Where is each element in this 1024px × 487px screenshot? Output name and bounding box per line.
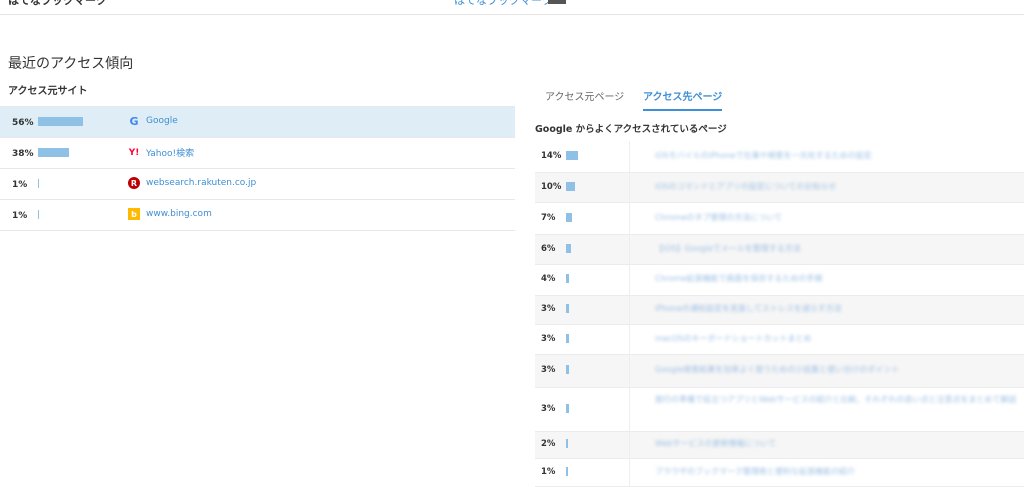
destination-bar bbox=[566, 150, 578, 160]
destination-percent: 4% bbox=[541, 274, 556, 284]
destination-title-link[interactable]: Chrome拡張機能で画面を保存するための手順 bbox=[655, 273, 1024, 285]
destination-percent: 6% bbox=[541, 243, 556, 254]
destination-title-link[interactable]: iPhoneの通知設定を見直してストレスを減らす方法 bbox=[655, 303, 1024, 315]
top-left-label: はてなブックマーク bbox=[8, 0, 107, 7]
destination-title-link[interactable]: Webサービスの更新情報について bbox=[655, 438, 1024, 450]
source-bar bbox=[38, 148, 69, 157]
destination-bar bbox=[566, 333, 569, 343]
destination-percent: 3% bbox=[541, 403, 556, 414]
tab-source-pages[interactable]: アクセス元ページ bbox=[545, 88, 624, 109]
source-name[interactable]: Yahoo!検索 bbox=[146, 146, 194, 159]
destination-row[interactable]: 14% iOSモバイルのiPhoneで仕事や検索を一元化するための設定 bbox=[535, 141, 1024, 173]
rakuten-icon: R bbox=[128, 177, 140, 189]
destination-bar bbox=[566, 439, 568, 448]
destination-row[interactable]: 6% 【iOS】Googleでメールを整理する方法 bbox=[535, 235, 1024, 265]
destination-percent: 3% bbox=[541, 333, 556, 344]
section-title: 最近のアクセス傾向 bbox=[8, 56, 134, 72]
sources-table: 56% G Google 38% Y! Yahoo!検索 1% Rwebsearch.raku… bbox=[0, 106, 515, 231]
destination-title-link[interactable]: Google検索結果を効率よく使うための小技集と使い分けのポイント bbox=[655, 364, 1024, 376]
tab-bar: アクセス元ページ アクセス先ページ bbox=[535, 84, 1024, 111]
destination-row[interactable]: 3% iPhoneの通知設定を見直してストレスを減らす方法 bbox=[535, 296, 1024, 325]
destination-percent: 7% bbox=[541, 212, 556, 223]
destination-row[interactable]: 7% Chromeのタブ管理の方法について bbox=[535, 203, 1024, 235]
destination-bar bbox=[566, 181, 575, 191]
sources-title: アクセス元サイト bbox=[8, 86, 88, 97]
destination-row[interactable]: 3% 旅行の準備で役立つアプリとWebサービスの紹介と比較、それぞれの良い点と注意… bbox=[535, 388, 1024, 432]
top-badge-icon bbox=[548, 0, 566, 4]
destination-title-link[interactable]: 旅行の準備で役立つアプリとWebサービスの紹介と比較、それぞれの良い点と注意点を… bbox=[655, 394, 1024, 406]
destination-row[interactable]: 3% Google検索結果を効率よく使うための小技集と使い分けのポイント bbox=[535, 355, 1024, 388]
destination-bar bbox=[566, 304, 569, 313]
source-name[interactable]: websearch.rakuten.co.jp bbox=[146, 178, 256, 188]
source-bar bbox=[38, 179, 39, 188]
destination-row[interactable]: 2% Webサービスの更新情報について bbox=[535, 432, 1024, 459]
destination-row[interactable]: 3% macOSのキーボードショートカットまとめ bbox=[535, 325, 1024, 355]
destination-title-link[interactable]: iOSモバイルのiPhoneで仕事や検索を一元化するための設定 bbox=[655, 150, 1024, 162]
destinations-table: 14% iOSモバイルのiPhoneで仕事や検索を一元化するための設定 10% iOS… bbox=[535, 141, 1024, 487]
destination-percent: 3% bbox=[541, 365, 556, 375]
source-site[interactable]: G Google bbox=[128, 114, 178, 128]
top-row: はてなブックマーク はてなブックマーク bbox=[0, 0, 1024, 15]
source-name[interactable]: www.bing.com bbox=[146, 209, 212, 219]
destinations-title: Google からよくアクセスされているページ bbox=[535, 124, 727, 135]
destination-percent: 3% bbox=[541, 304, 556, 314]
destination-percent: 10% bbox=[541, 181, 562, 192]
source-percent: 1% bbox=[12, 211, 28, 221]
destination-percent: 1% bbox=[541, 466, 556, 477]
destination-title-link[interactable]: Chromeのタブ管理の方法について bbox=[655, 212, 1024, 224]
destination-bar bbox=[566, 365, 569, 374]
destination-row[interactable]: 10% iOSのコマンドとアプリの設定についてのお知らせ bbox=[535, 173, 1024, 203]
destination-percent: 14% bbox=[541, 150, 562, 161]
source-site[interactable]: b www.bing.com bbox=[128, 208, 212, 220]
destination-title-link[interactable]: iOSのコマンドとアプリの設定についてのお知らせ bbox=[655, 181, 1024, 193]
source-percent: 1% bbox=[12, 180, 28, 190]
source-row[interactable]: 56% G Google bbox=[0, 106, 515, 138]
source-bar bbox=[38, 210, 39, 219]
destination-bar bbox=[566, 274, 569, 283]
destination-row[interactable]: 1% ブラウザのブックマーク整理術と便利な拡張機能の紹介 bbox=[535, 459, 1024, 487]
tab-destination-pages[interactable]: アクセス先ページ bbox=[643, 88, 723, 111]
destination-bar bbox=[566, 403, 569, 413]
source-percent: 56% bbox=[12, 118, 34, 128]
destination-title-link[interactable]: ブラウザのブックマーク整理術と便利な拡張機能の紹介 bbox=[655, 466, 1024, 478]
destination-percent: 2% bbox=[541, 439, 556, 449]
source-row[interactable]: 1% b www.bing.com bbox=[0, 200, 515, 231]
source-row[interactable]: 38% Y! Yahoo!検索 bbox=[0, 138, 515, 169]
source-percent: 38% bbox=[12, 149, 34, 159]
source-site[interactable]: Y! Yahoo!検索 bbox=[128, 146, 194, 160]
source-row[interactable]: 1% Rwebsearch.rakuten.co.jp bbox=[0, 169, 515, 200]
google-icon: G bbox=[129, 114, 139, 128]
source-site[interactable]: Rwebsearch.rakuten.co.jp bbox=[128, 177, 256, 189]
destination-row[interactable]: 4% Chrome拡張機能で画面を保存するための手順 bbox=[535, 265, 1024, 296]
top-link[interactable]: はてなブックマーク bbox=[454, 0, 553, 8]
destination-bar bbox=[566, 466, 568, 476]
destination-title-link[interactable]: 【iOS】Googleでメールを整理する方法 bbox=[655, 243, 1024, 255]
source-bar bbox=[38, 117, 83, 126]
bing-icon: b bbox=[128, 208, 140, 220]
destination-bar bbox=[566, 243, 571, 253]
source-name[interactable]: Google bbox=[146, 116, 178, 126]
yahoo-icon: Y! bbox=[128, 147, 140, 158]
destination-title-link[interactable]: macOSのキーボードショートカットまとめ bbox=[655, 333, 1024, 345]
destination-bar bbox=[566, 212, 572, 222]
